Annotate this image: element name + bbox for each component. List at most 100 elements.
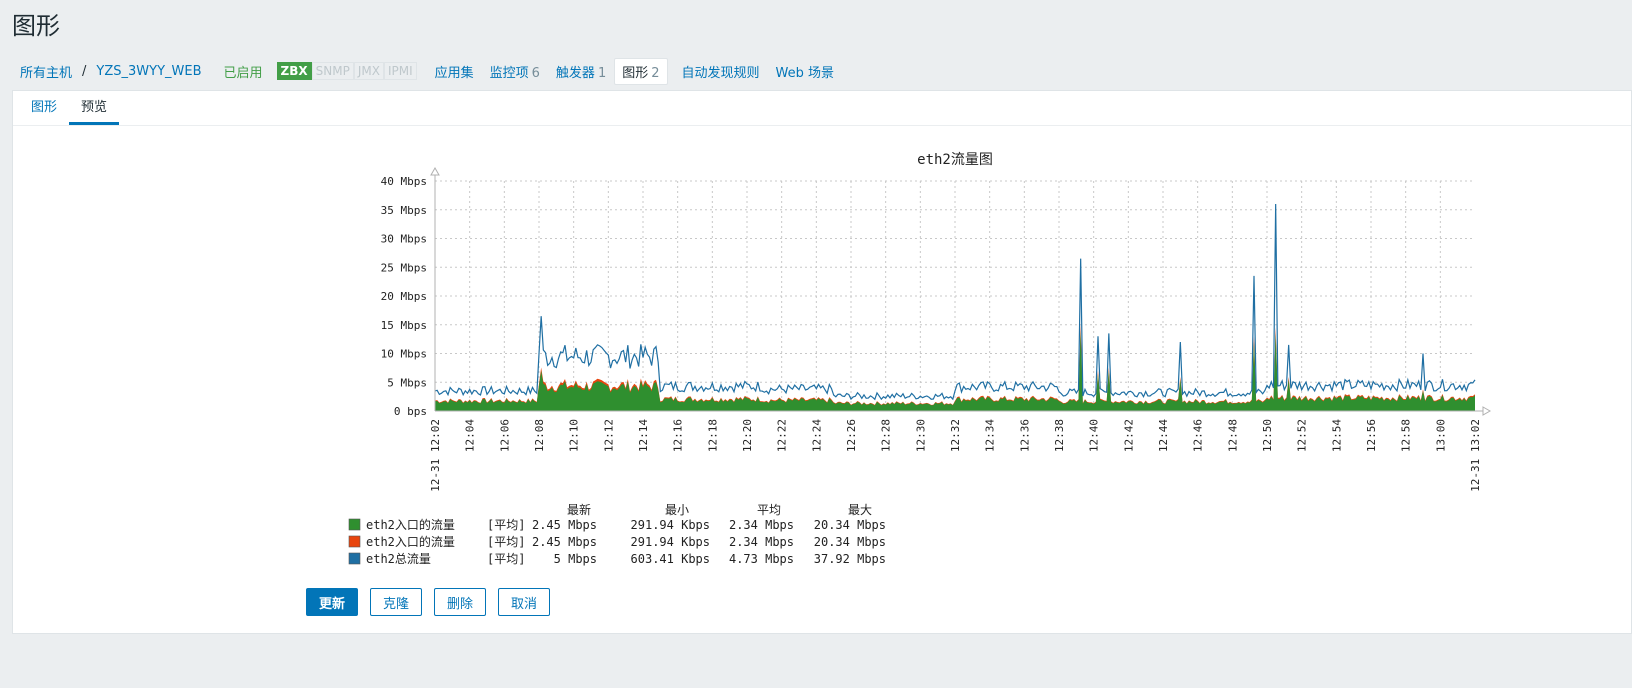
x-tick-label: 12:48: [1226, 419, 1239, 452]
triggers-link[interactable]: 触发器 1: [548, 62, 614, 81]
x-tick-label: 12:04: [464, 419, 477, 452]
x-tick-label: 12:08: [533, 419, 546, 452]
x-tick-label: 12:38: [1053, 419, 1066, 452]
x-tick-label: 12:32: [949, 419, 962, 452]
x-tick-label: 12:42: [1122, 419, 1135, 452]
x-tick-label: 12:46: [1192, 419, 1205, 452]
x-tick-label: 12:14: [637, 419, 650, 452]
x-tick-label: 12:06: [498, 419, 511, 452]
x-tick-label: 12:28: [880, 419, 893, 452]
legend-header: 最新: [567, 502, 591, 517]
y-tick-label: 5 Mbps: [387, 376, 427, 389]
y-tick-label: 35 Mbps: [381, 204, 427, 217]
legend-func: [平均]: [487, 518, 525, 532]
graph-legend: 最新 最小 平均 最大 eth2入口的流量 [平均] 2.45 Mbps 291.94 Kbp…: [348, 502, 886, 566]
items-count: 6: [531, 65, 540, 81]
graphs-label: 图形: [622, 65, 649, 81]
tab-graph[interactable]: 图形: [19, 96, 69, 125]
y-tick-label: 30 Mbps: [381, 233, 427, 246]
form-buttons: 更新 克隆 删除 取消: [306, 588, 551, 616]
host-status[interactable]: 已启用: [210, 62, 271, 81]
tab-preview[interactable]: 预览: [69, 96, 120, 125]
x-tick-label: 12:44: [1157, 419, 1170, 452]
traffic-graph: eth2流量图 0 bps 5 Mbps 10 Mbps 15 Mbps 20 Mbps…: [348, 152, 1492, 566]
x-tick-label: 12:56: [1365, 419, 1378, 452]
y-axis-arrow: [430, 166, 440, 176]
y-tick-label: 40 Mbps: [381, 175, 427, 188]
x-tick-label: 12:52: [1296, 419, 1309, 452]
discovery-rules-link[interactable]: 自动发现规则: [674, 62, 768, 81]
x-tick-label: 12:54: [1330, 419, 1343, 452]
x-tick-label: 12:50: [1261, 419, 1274, 452]
x-edge-label: 12-31 13:02: [1469, 419, 1482, 492]
x-tick-label: 12:36: [1018, 419, 1031, 452]
badge-ipmi: IPMI: [383, 62, 417, 80]
x-tick-label: 12:18: [706, 419, 719, 452]
x-tick-label: 12:58: [1400, 419, 1413, 452]
y-tick-label: 10 Mbps: [381, 348, 427, 361]
legend-header: 平均: [757, 503, 781, 517]
items-link[interactable]: 监控项 6: [482, 62, 548, 81]
x-axis-arrow: [1482, 406, 1492, 416]
legend-series-name: eth2入口的流量: [366, 517, 455, 532]
graphs-link[interactable]: 图形 2: [614, 57, 668, 85]
page-title: 图形: [12, 12, 60, 40]
cancel-button[interactable]: 取消: [498, 588, 551, 616]
legend-value: 2.45 Mbps: [532, 518, 597, 532]
x-tick-label: 12:34: [984, 419, 997, 452]
all-hosts-link[interactable]: 所有主机: [12, 62, 80, 81]
applications-link[interactable]: 应用集: [427, 62, 482, 81]
update-button[interactable]: 更新: [306, 588, 359, 616]
x-tick-label: 12:30: [914, 419, 927, 452]
x-tick-label: 12:10: [568, 419, 581, 452]
x-tick-label: 12:26: [845, 419, 858, 452]
graphs-count: 2: [651, 65, 660, 81]
delete-button[interactable]: 删除: [434, 588, 487, 616]
web-scenarios-link[interactable]: Web 场景: [768, 62, 842, 81]
x-tick-label: 12:40: [1088, 419, 1101, 452]
y-tick-label: 20 Mbps: [381, 290, 427, 303]
legend-value: 20.34 Mbps: [814, 535, 886, 549]
host-navigation: 所有主机 / YZS_3WYY_WEB 已启用 ZBX SNMP JMX IPM…: [12, 56, 842, 86]
badge-snmp: SNMP: [311, 62, 354, 80]
graph-panel: 图形 预览 eth2流量图 0 bps 5 Mbps 10 Mbps 15 Mbps 2…: [12, 90, 1632, 634]
legend-swatch: [348, 518, 361, 531]
legend-value: 20.34 Mbps: [814, 518, 886, 532]
legend-value: 291.94 Kbps: [631, 535, 710, 549]
x-tick-label: 12:24: [810, 419, 823, 452]
y-tick-label: 25 Mbps: [381, 261, 427, 274]
legend-swatch: [348, 552, 361, 565]
items-label: 监控项: [489, 65, 529, 81]
triggers-label: 触发器: [555, 65, 595, 81]
x-tick-label: 12:12: [602, 419, 615, 452]
legend-series-name: eth2入口的流量: [366, 534, 455, 549]
legend-value: 603.41 Kbps: [631, 552, 710, 566]
legend-series-name: eth2总流量: [366, 552, 431, 566]
breadcrumb-separator: /: [82, 63, 87, 79]
legend-swatch: [348, 535, 361, 548]
x-tick-label: 13:00: [1434, 419, 1447, 452]
host-name-link[interactable]: YZS_3WYY_WEB: [88, 64, 209, 79]
legend-func: [平均]: [487, 552, 525, 566]
legend-value: 4.73 Mbps: [729, 552, 794, 566]
legend-value: 37.92 Mbps: [814, 552, 886, 566]
legend-func: [平均]: [487, 535, 525, 549]
legend-value: 2.45 Mbps: [532, 535, 597, 549]
legend-value: 291.94 Kbps: [631, 518, 710, 532]
x-tick-label: 12:22: [776, 419, 789, 452]
legend-value: 2.34 Mbps: [729, 518, 794, 532]
badge-jmx: JMX: [353, 62, 384, 80]
tab-bar: 图形 预览: [13, 91, 1631, 126]
legend-value: 5 Mbps: [554, 552, 597, 566]
graph-grid: [435, 180, 1475, 411]
legend-value: 2.34 Mbps: [729, 535, 794, 549]
x-edge-label: 12-31 12:02: [429, 419, 442, 492]
clone-button[interactable]: 克隆: [370, 588, 423, 616]
triggers-count: 1: [597, 65, 607, 81]
legend-header: 最小: [665, 503, 689, 517]
y-tick-label: 15 Mbps: [381, 319, 427, 332]
x-tick-label: 12:16: [672, 419, 685, 452]
graph-title: eth2流量图: [917, 152, 993, 168]
x-tick-label: 12:20: [741, 419, 754, 452]
legend-header: 最大: [848, 503, 872, 517]
